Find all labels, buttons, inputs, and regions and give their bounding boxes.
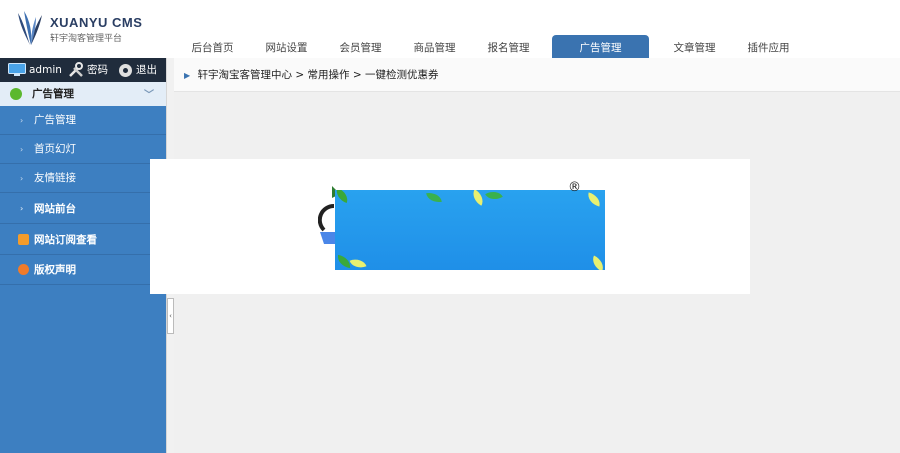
- sidebar-item-label: 版权声明: [34, 264, 76, 276]
- header: XUANYU CMS 轩宇淘客管理平台 后台首页 网站设置 会员管理 商品管理 …: [0, 0, 900, 62]
- sidebar-item-label: 首页幻灯: [34, 143, 76, 155]
- breadcrumb-mid[interactable]: 常用操作: [307, 69, 349, 81]
- breadcrumb-root[interactable]: 轩宇淘宝客管理中心: [198, 69, 293, 81]
- logout-label: 退出: [136, 64, 157, 76]
- leaf-icon: [349, 255, 367, 270]
- arrow-icon: ›: [20, 174, 24, 183]
- logo[interactable]: XUANYU CMS 轩宇淘客管理平台: [14, 11, 174, 51]
- arrow-icon: ›: [20, 204, 24, 213]
- info-icon: [18, 264, 29, 275]
- logo-mark: [18, 11, 42, 45]
- tab-ads[interactable]: 广告管理: [552, 35, 649, 59]
- sidebar-item-friend-links[interactable]: › 友情链接: [0, 164, 166, 193]
- breadcrumb: ▶ 轩宇淘宝客管理中心 > 常用操作 > 一键检测优惠券: [174, 58, 900, 92]
- user-bar: admin 密码 退出: [0, 58, 166, 82]
- tab-members[interactable]: 会员管理: [324, 38, 397, 59]
- breadcrumb-current: 一键检测优惠券: [364, 69, 439, 81]
- password-link[interactable]: 密码: [68, 61, 108, 79]
- brand-name: XUANYU CMS: [50, 15, 143, 30]
- arrow-icon: ›: [20, 116, 24, 125]
- rss-icon: [18, 234, 29, 245]
- logout-link[interactable]: 退出: [118, 61, 157, 79]
- password-label: 密码: [87, 64, 108, 76]
- sidebar-item-slideshow[interactable]: › 首页幻灯: [0, 135, 166, 164]
- tools-icon: [69, 62, 83, 77]
- sidebar-section-ads[interactable]: 广告管理 ﹀: [0, 82, 166, 106]
- sidebar-item-copyright[interactable]: 版权声明: [0, 255, 166, 285]
- registered-mark: ®: [568, 180, 581, 195]
- sidebar-item-ad-manage[interactable]: › 广告管理: [0, 106, 166, 135]
- leaf-icon: [335, 190, 351, 204]
- sidebar-item-label: 友情链接: [34, 172, 76, 184]
- leaf-icon: [585, 192, 603, 207]
- tab-signup[interactable]: 报名管理: [472, 38, 545, 59]
- leaf-icon: [485, 190, 503, 204]
- leaf-icon: [589, 255, 605, 270]
- arrow-icon: ›: [20, 145, 24, 154]
- sidebar-item-label: 网站前台: [34, 203, 76, 215]
- username: admin: [29, 64, 62, 76]
- brand-tagline: 轩宇淘客管理平台: [50, 34, 123, 44]
- tab-articles[interactable]: 文章管理: [658, 38, 731, 59]
- sidebar-item-label: 广告管理: [34, 114, 76, 126]
- check-icon: [10, 88, 22, 100]
- tab-products[interactable]: 商品管理: [398, 38, 471, 59]
- breadcrumb-separator: >: [352, 69, 365, 81]
- gear-icon: [119, 63, 132, 77]
- sidebar: admin 密码 退出 广告管理 ﹀ › 广告管理 › 首页幻灯 › 友情链接: [0, 58, 166, 453]
- tab-home[interactable]: 后台首页: [176, 38, 249, 59]
- leaf-icon: [469, 190, 487, 206]
- chevron-down-icon[interactable]: ﹀: [144, 84, 154, 108]
- breadcrumb-marker-icon: ▶: [184, 71, 191, 80]
- collapse-arrow-icon[interactable]: ‹: [167, 298, 174, 334]
- sidebar-section-title: 广告管理: [32, 88, 74, 100]
- breadcrumb-separator: >: [295, 69, 308, 81]
- monitor-icon: [8, 63, 26, 76]
- sidebar-item-site-front[interactable]: › 网站前台: [0, 194, 166, 224]
- sidebar-item-rss[interactable]: 网站订阅查看: [0, 225, 166, 255]
- ad-banner[interactable]: [335, 190, 605, 270]
- sidebar-item-label: 网站订阅查看: [34, 234, 97, 246]
- tab-site-settings[interactable]: 网站设置: [250, 38, 323, 59]
- leaf-icon: [426, 190, 442, 205]
- tab-plugins[interactable]: 插件应用: [732, 38, 805, 59]
- user-account[interactable]: admin: [8, 61, 62, 79]
